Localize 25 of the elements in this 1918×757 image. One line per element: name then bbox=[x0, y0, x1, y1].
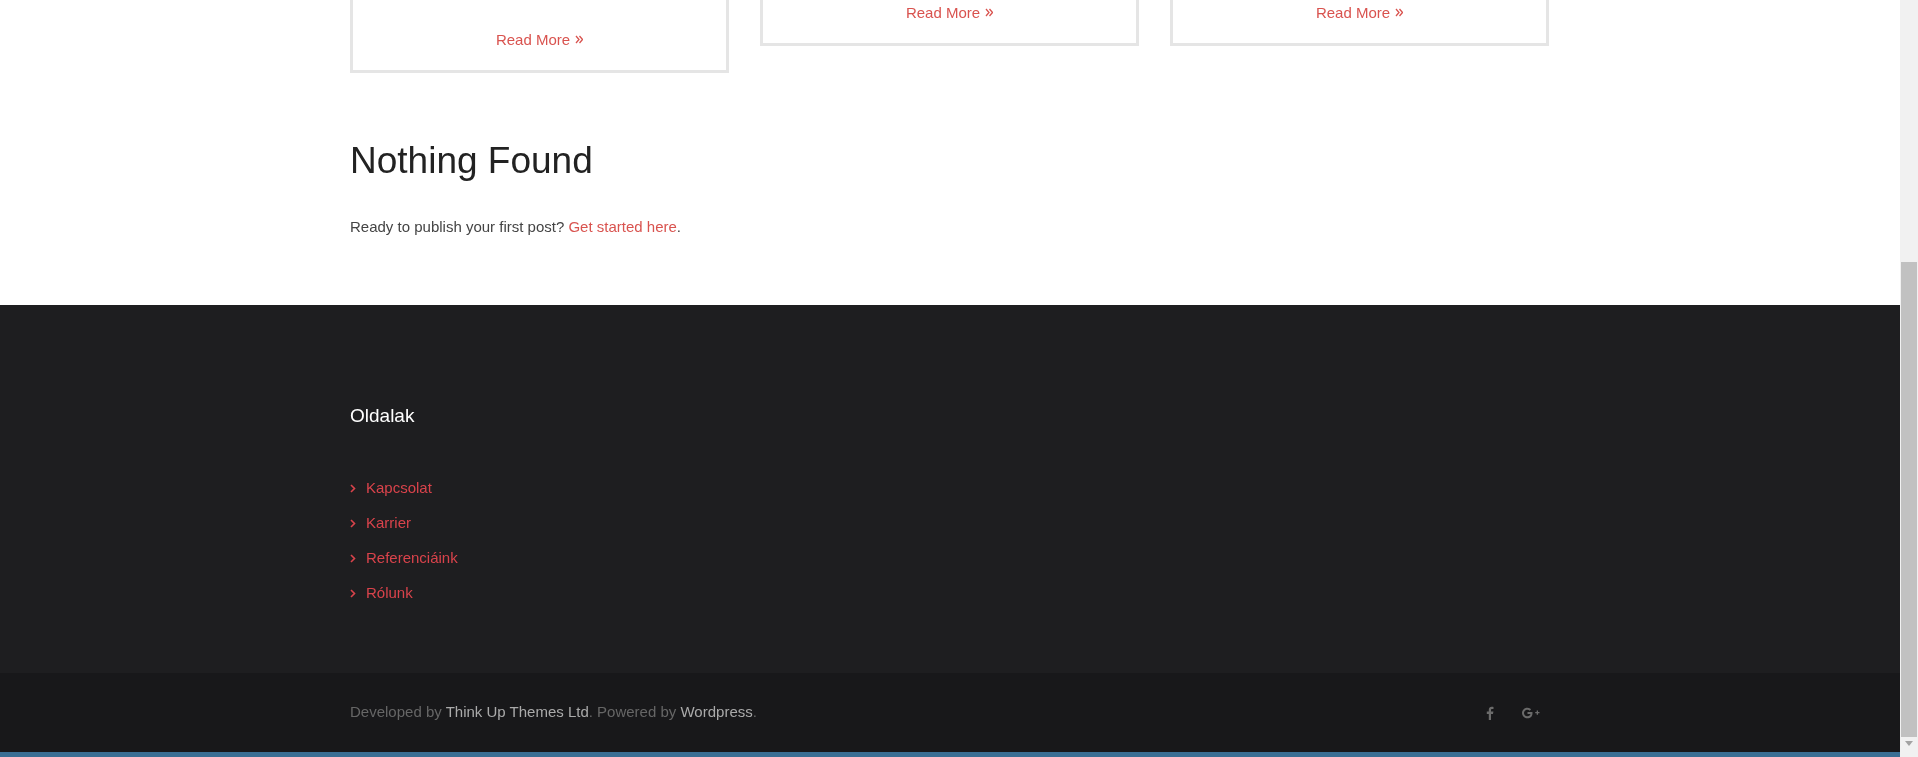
scroll-down-icon[interactable] bbox=[1905, 741, 1913, 746]
footer-link[interactable]: Referenciáink bbox=[366, 547, 458, 570]
notice-text: Ready to publish your first post? Get started here. bbox=[350, 217, 683, 237]
nothing-found-heading: Nothing Found bbox=[350, 139, 594, 183]
chevron-icon bbox=[350, 554, 356, 563]
double-chevron-icon bbox=[985, 8, 994, 18]
read-more-link[interactable]: Read More bbox=[495, 28, 584, 51]
scrollbar-thumb[interactable] bbox=[1901, 262, 1917, 737]
chevron-icon bbox=[350, 519, 356, 528]
facebook-icon[interactable] bbox=[1486, 705, 1494, 720]
footer-link[interactable]: Karrier bbox=[366, 512, 411, 535]
widget-title: Oldalak bbox=[350, 404, 416, 428]
chevron-icon bbox=[350, 484, 356, 493]
get-started-link[interactable]: Get started here bbox=[568, 218, 677, 235]
google-plus-icon[interactable] bbox=[1522, 706, 1540, 719]
double-chevron-icon bbox=[575, 35, 584, 45]
footer-link[interactable]: Rólunk bbox=[366, 582, 413, 605]
double-chevron-icon bbox=[1395, 8, 1404, 18]
credit-link[interactable]: Think Up Themes Ltd bbox=[445, 703, 589, 721]
credit-link[interactable]: Wordpress bbox=[680, 703, 753, 721]
read-more-link[interactable]: Read More bbox=[905, 1, 994, 24]
read-more-link[interactable]: Read More bbox=[1315, 1, 1404, 24]
copyright-text: Developed by Think Up Themes Ltd. Powered by Wordpress. bbox=[350, 702, 757, 723]
chevron-icon bbox=[350, 589, 356, 598]
footer-link[interactable]: Kapcsolat bbox=[366, 477, 432, 500]
